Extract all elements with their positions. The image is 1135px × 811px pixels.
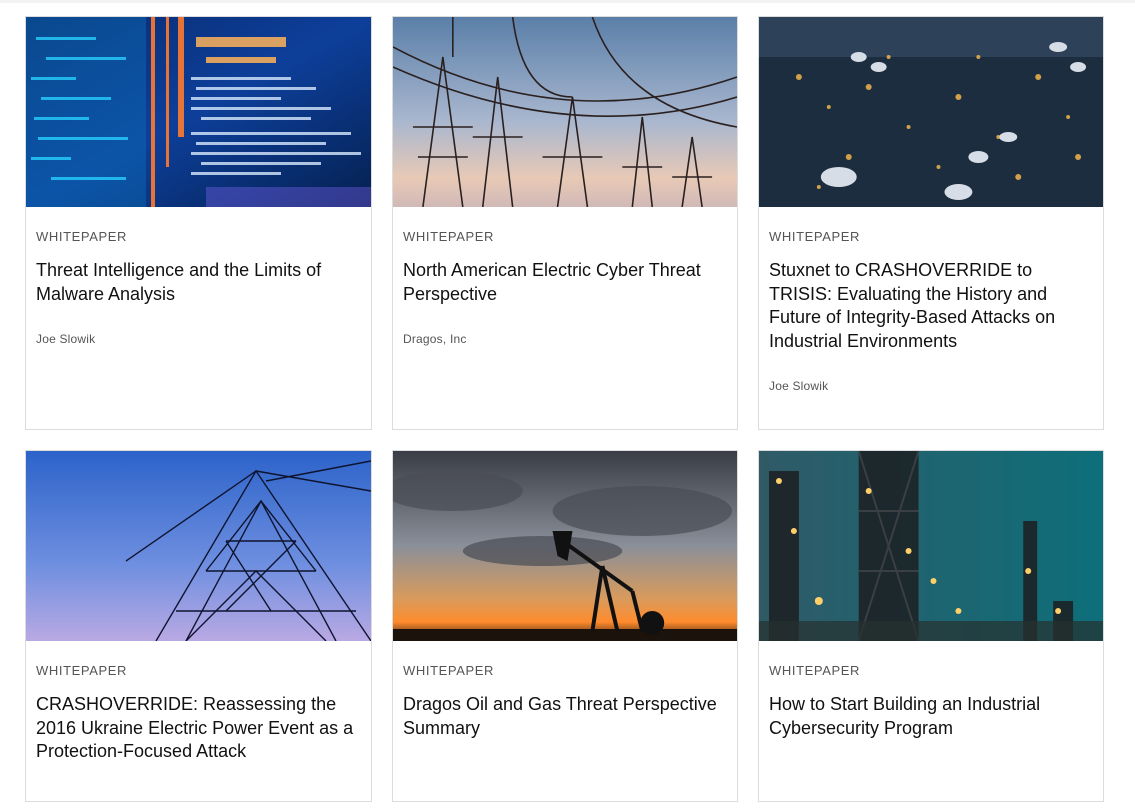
card-body: WHITEPAPER North American Electric Cyber… — [393, 207, 737, 346]
card-body: WHITEPAPER Stuxnet to CRASHOVERRIDE to T… — [759, 207, 1103, 393]
card-title[interactable]: North American Electric Cyber Threat Per… — [403, 259, 727, 306]
transmission-tower-image[interactable] — [26, 451, 371, 641]
content-type-label: WHITEPAPER — [36, 229, 127, 244]
content-type-label: WHITEPAPER — [403, 229, 494, 244]
card-author: Dragos, Inc — [403, 332, 467, 346]
resource-card[interactable]: WHITEPAPER How to Start Building an Indu… — [758, 450, 1104, 802]
content-type-label: WHITEPAPER — [36, 663, 127, 678]
refinery-aerial-image[interactable] — [759, 17, 1103, 207]
card-title[interactable]: How to Start Building an Industrial Cybe… — [769, 693, 1093, 740]
power-lines-image[interactable] — [393, 17, 737, 207]
resource-card[interactable]: WHITEPAPER CRASHOVERRIDE: Reassessing th… — [25, 450, 372, 802]
code-screen-image[interactable] — [26, 17, 371, 207]
card-body: WHITEPAPER CRASHOVERRIDE: Reassessing th… — [26, 641, 371, 764]
top-divider — [0, 0, 1135, 3]
resource-grid: WHITEPAPER Threat Intelligence and the L… — [25, 16, 1104, 802]
card-body: WHITEPAPER Threat Intelligence and the L… — [26, 207, 371, 346]
card-title[interactable]: CRASHOVERRIDE: Reassessing the 2016 Ukra… — [36, 693, 361, 764]
content-type-label: WHITEPAPER — [769, 663, 860, 678]
resource-card[interactable]: WHITEPAPER Threat Intelligence and the L… — [25, 16, 372, 430]
pumpjack-sunset-image[interactable] — [393, 451, 737, 641]
card-title[interactable]: Dragos Oil and Gas Threat Perspective Su… — [403, 693, 727, 740]
card-title[interactable]: Stuxnet to CRASHOVERRIDE to TRISIS: Eval… — [769, 259, 1093, 353]
card-body: WHITEPAPER How to Start Building an Indu… — [759, 641, 1103, 740]
resource-card[interactable]: WHITEPAPER North American Electric Cyber… — [392, 16, 738, 430]
content-type-label: WHITEPAPER — [403, 663, 494, 678]
card-author: Joe Slowik — [769, 379, 829, 393]
card-author: Joe Slowik — [36, 332, 96, 346]
card-body: WHITEPAPER Dragos Oil and Gas Threat Per… — [393, 641, 737, 740]
card-title[interactable]: Threat Intelligence and the Limits of Ma… — [36, 259, 361, 306]
resource-card[interactable]: WHITEPAPER Stuxnet to CRASHOVERRIDE to T… — [758, 16, 1104, 430]
resource-card[interactable]: WHITEPAPER Dragos Oil and Gas Threat Per… — [392, 450, 738, 802]
industrial-plant-night-image[interactable] — [759, 451, 1103, 641]
content-type-label: WHITEPAPER — [769, 229, 860, 244]
